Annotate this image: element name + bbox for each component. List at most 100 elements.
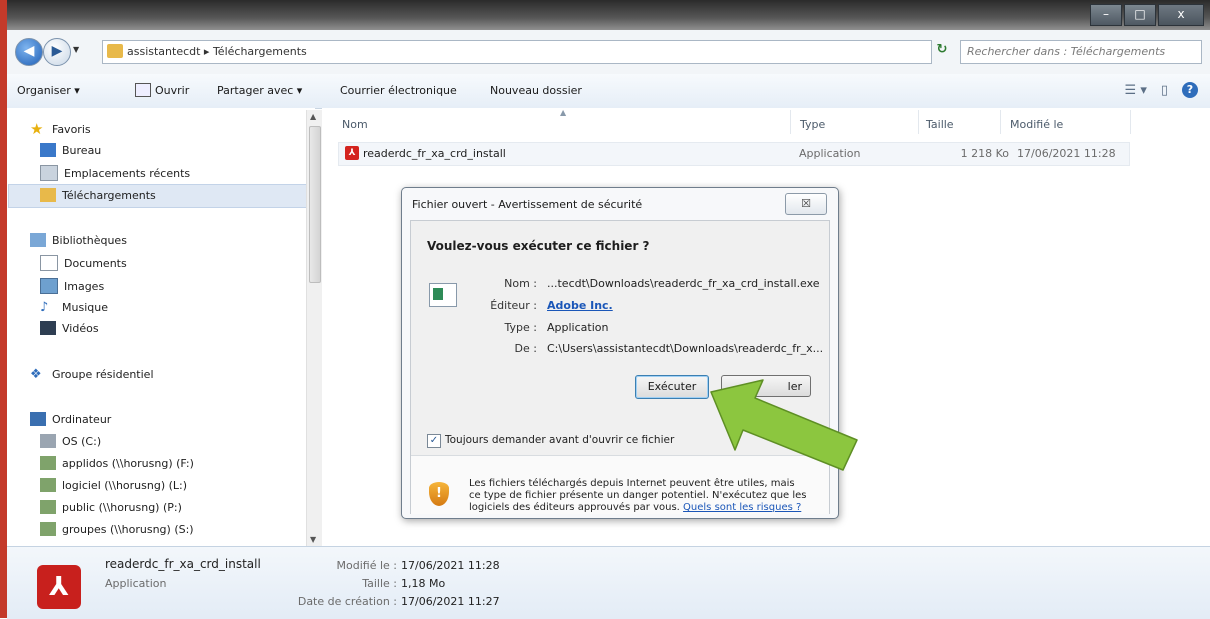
risks-link[interactable]: Quels sont les risques ?: [683, 502, 801, 513]
network-drive-icon: [40, 522, 56, 536]
search-input[interactable]: Rechercher dans : Téléchargements ⌕: [960, 40, 1202, 64]
nav-label: logiciel (\\horusng) (L:): [62, 478, 188, 492]
nav-label: public (\\horusng) (P:): [62, 500, 182, 514]
column-size[interactable]: Taille: [926, 118, 954, 131]
nav-label: Vidéos: [62, 321, 99, 335]
details-size-value: 1,18 Mo: [401, 577, 446, 590]
nav-label: Téléchargements: [62, 188, 156, 202]
column-separator[interactable]: [918, 110, 919, 134]
breadcrumb[interactable]: assistantecdt ▸ Téléchargements ▼: [102, 40, 1015, 65]
open-button[interactable]: Ouvrir: [155, 84, 189, 97]
minimize-button[interactable]: –: [1090, 4, 1122, 26]
images-icon: [40, 278, 58, 294]
search-placeholder: Rechercher dans : Téléchargements: [967, 45, 1166, 58]
refresh-icon[interactable]: ↻: [932, 40, 952, 60]
scroll-up-icon[interactable]: ▲: [310, 112, 316, 121]
details-file-name: readerdc_fr_xa_crd_install: [105, 557, 261, 571]
type-value: Application: [547, 321, 609, 334]
close-window-button[interactable]: x: [1158, 4, 1204, 26]
nav-images[interactable]: Images: [40, 278, 104, 294]
nav-libraries[interactable]: Bibliothèques: [30, 233, 127, 247]
window-controls: – □ x: [1088, 4, 1204, 26]
dialog-title: Fichier ouvert - Avertissement de sécuri…: [412, 198, 643, 211]
share-button[interactable]: Partager avec ▾: [217, 84, 302, 97]
name-label: Nom :: [504, 277, 537, 290]
scroll-down-icon[interactable]: ▼: [310, 535, 316, 544]
details-pane: ⅄ readerdc_fr_xa_crd_install Application…: [7, 546, 1210, 619]
nav-drive-l[interactable]: logiciel (\\horusng) (L:): [40, 478, 187, 492]
back-button[interactable]: ◀: [15, 38, 43, 66]
column-separator[interactable]: [1130, 110, 1131, 134]
nav-favorites[interactable]: ★ Favoris: [30, 120, 91, 138]
nav-drive-c[interactable]: OS (C:): [40, 434, 101, 448]
file-type: Application: [799, 147, 861, 160]
details-size-label: Taille :: [362, 577, 397, 590]
nav-label: applidos (\\horusng) (F:): [62, 456, 194, 470]
column-name[interactable]: Nom: [342, 118, 368, 131]
nav-computer[interactable]: Ordinateur: [30, 412, 111, 426]
network-drive-icon: [40, 478, 56, 492]
new-folder-button[interactable]: Nouveau dossier: [490, 84, 582, 97]
homegroup-icon: ❖: [30, 367, 42, 382]
run-button[interactable]: Exécuter: [635, 375, 709, 399]
details-file-type: Application: [105, 577, 167, 590]
videos-icon: [40, 321, 56, 335]
desktop-icon: [40, 143, 56, 157]
nav-label: OS (C:): [62, 434, 102, 448]
nav-drive-p[interactable]: public (\\horusng) (P:): [40, 500, 182, 514]
nav-drive-f[interactable]: applidos (\\horusng) (F:): [40, 456, 194, 470]
history-dropdown-icon[interactable]: ▼: [73, 45, 79, 54]
help-icon[interactable]: ?: [1182, 82, 1198, 98]
file-modified: 17/06/2021 11:28: [1017, 147, 1116, 160]
pdf-icon: ⅄: [345, 146, 359, 160]
column-separator[interactable]: [790, 110, 791, 134]
nav-downloads[interactable]: Téléchargements: [40, 188, 156, 202]
details-created-label: Date de création :: [297, 595, 397, 608]
nav-scrollbar[interactable]: ▲ ▼: [306, 110, 322, 546]
nav-label: Groupe résidentiel: [52, 367, 154, 381]
forward-button[interactable]: ▶: [43, 38, 71, 66]
preview-pane-icon[interactable]: ▯: [1161, 83, 1168, 98]
publisher-link[interactable]: Adobe Inc.: [547, 299, 613, 312]
folder-icon: [107, 44, 123, 58]
star-icon: ★: [30, 120, 44, 138]
nav-drive-s[interactable]: groupes (\\horusng) (S:): [40, 522, 194, 536]
table-row[interactable]: ⅄ readerdc_fr_xa_crd_install Application…: [338, 142, 1130, 166]
nav-label: Images: [64, 279, 105, 293]
nav-videos[interactable]: Vidéos: [40, 321, 99, 335]
nav-recent-places[interactable]: Emplacements récents: [40, 165, 190, 181]
always-ask-label: Toujours demander avant d'ouvrir ce fich…: [445, 434, 675, 446]
shield-warning-icon: !: [429, 482, 449, 506]
network-drive-icon: [40, 456, 56, 470]
nav-label: Bureau: [62, 143, 102, 157]
column-separator[interactable]: [1000, 110, 1001, 134]
window-left-edge: [0, 0, 7, 618]
nav-music[interactable]: ♪ Musique: [40, 300, 108, 315]
nav-bureau[interactable]: Bureau: [40, 143, 101, 157]
email-button[interactable]: Courrier électronique: [340, 84, 457, 97]
drive-icon: [40, 434, 56, 448]
nav-label: Documents: [64, 256, 127, 270]
file-size: 1 218 Ko: [960, 147, 1009, 160]
view-controls: ☰ ▾ ▯ ?: [1125, 82, 1198, 98]
nav-documents[interactable]: Documents: [40, 255, 127, 271]
name-value: ...tecdt\Downloads\readerdc_fr_xa_crd_in…: [547, 277, 820, 290]
open-icon[interactable]: [135, 83, 151, 97]
music-icon: ♪: [40, 300, 49, 315]
view-options-icon[interactable]: ☰ ▾: [1125, 83, 1147, 98]
libraries-icon: [30, 233, 46, 247]
breadcrumb-path: assistantecdt ▸ Téléchargements: [127, 45, 307, 58]
publisher-label: Éditeur :: [490, 299, 537, 312]
dialog-question: Voulez-vous exécuter ce fichier ?: [427, 239, 650, 253]
scroll-thumb[interactable]: [309, 126, 321, 283]
nav-homegroup[interactable]: ❖ Groupe résidentiel: [30, 367, 154, 382]
downloads-folder-icon: [40, 188, 56, 202]
maximize-button[interactable]: □: [1124, 4, 1156, 26]
always-ask-checkbox[interactable]: ✓: [427, 434, 441, 448]
dialog-close-button[interactable]: ☒: [785, 193, 827, 215]
nav-label: Favoris: [52, 122, 91, 136]
organize-button[interactable]: Organiser ▾: [17, 84, 80, 97]
column-type[interactable]: Type: [800, 118, 825, 131]
column-modified[interactable]: Modifié le: [1010, 118, 1063, 131]
details-created-value: 17/06/2021 11:27: [401, 595, 500, 608]
